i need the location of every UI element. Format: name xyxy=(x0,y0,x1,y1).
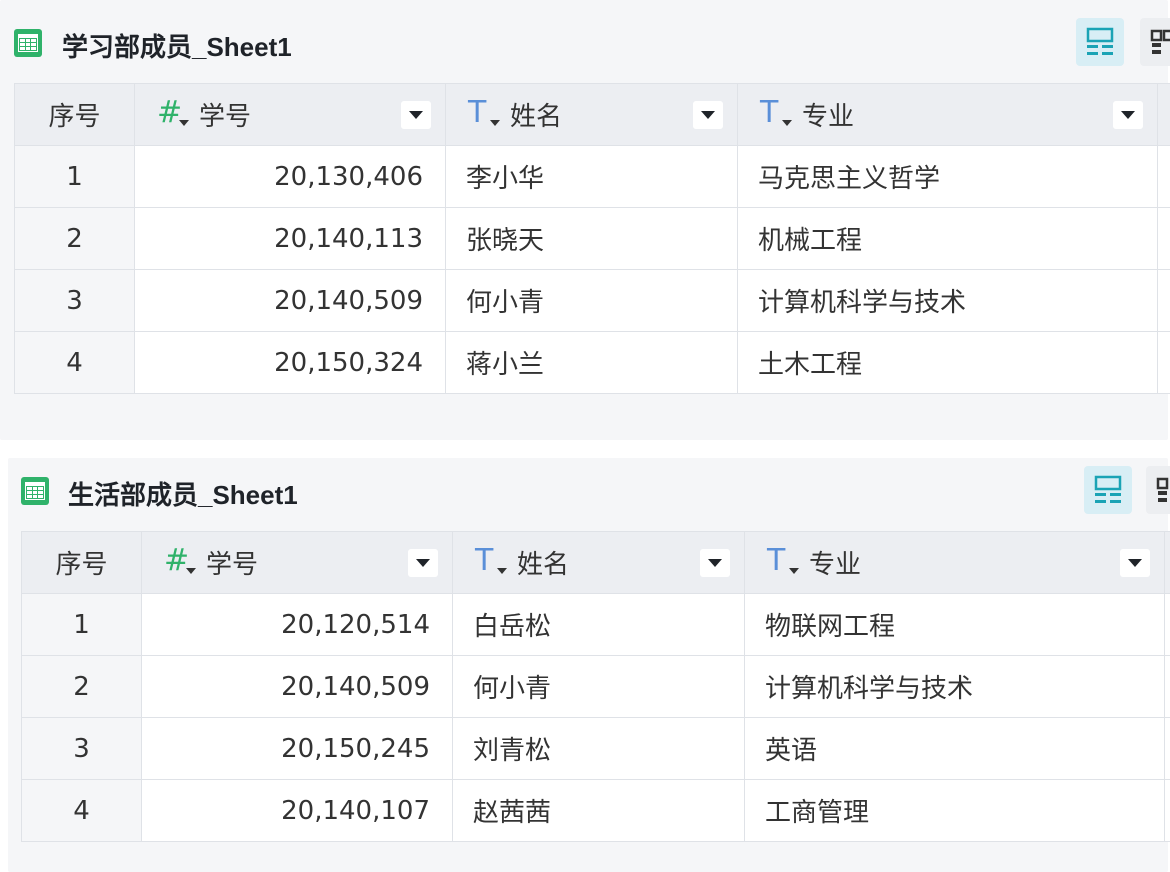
column-label: 姓名 xyxy=(517,550,570,580)
dropdown-caret-icon[interactable] xyxy=(1113,101,1143,129)
cell-extra[interactable] xyxy=(1157,145,1170,208)
sheet-panel-1: 学习部成员_Sheet1 序号 # 学号 T 姓名 T 专业 1 20,130,… xyxy=(0,0,1170,440)
text-type-icon: T xyxy=(767,546,809,577)
cell-extra[interactable] xyxy=(1164,717,1170,780)
data-table: 序号 # 学号 T 姓名 T 专业 1 20,120,514 白岳松 物联网工程 2 xyxy=(21,531,1170,842)
cell-extra[interactable] xyxy=(1157,331,1170,394)
cell-index[interactable]: 3 xyxy=(21,717,142,780)
dropdown-caret-icon[interactable] xyxy=(408,549,438,577)
grid-view-icon[interactable] xyxy=(1146,466,1170,514)
dropdown-caret-icon[interactable] xyxy=(401,101,431,129)
card-view-icon[interactable] xyxy=(1076,18,1124,66)
column-label: 学号 xyxy=(206,550,259,580)
cell-id[interactable]: 20,120,514 xyxy=(141,593,453,656)
table-row[interactable]: 3 20,140,509 何小青 计算机科学与技术 xyxy=(14,269,1170,332)
cell-name[interactable]: 何小青 xyxy=(452,655,745,718)
cell-id[interactable]: 20,140,113 xyxy=(134,207,446,270)
cell-index[interactable]: 1 xyxy=(21,593,142,656)
cell-extra[interactable] xyxy=(1164,593,1170,656)
cell-name[interactable]: 蒋小兰 xyxy=(445,331,738,394)
table-row[interactable]: 2 20,140,113 张晓天 机械工程 xyxy=(14,207,1170,270)
card-view-icon[interactable] xyxy=(1084,466,1132,514)
header-row: 序号 # 学号 T 姓名 T 专业 xyxy=(21,531,1170,594)
cell-major[interactable]: 计算机科学与技术 xyxy=(737,269,1158,332)
column-header-major[interactable]: T 专业 xyxy=(744,531,1165,594)
cell-index[interactable]: 4 xyxy=(21,779,142,842)
table-row[interactable]: 1 20,130,406 李小华 马克思主义哲学 xyxy=(14,145,1170,208)
cell-major[interactable]: 马克思主义哲学 xyxy=(737,145,1158,208)
number-type-icon: # xyxy=(157,98,199,129)
cell-extra[interactable] xyxy=(1157,269,1170,332)
table-row[interactable]: 2 20,140,509 何小青 计算机科学与技术 xyxy=(21,655,1170,718)
dropdown-caret-icon[interactable] xyxy=(700,549,730,577)
dropdown-caret-icon[interactable] xyxy=(693,101,723,129)
cell-extra[interactable] xyxy=(1164,655,1170,718)
cell-id[interactable]: 20,140,107 xyxy=(141,779,453,842)
cell-extra[interactable] xyxy=(1157,207,1170,270)
text-type-icon: T xyxy=(475,546,517,577)
sheet-title: 学习部成员_Sheet1 xyxy=(62,32,292,62)
sheet-table-icon xyxy=(14,29,42,57)
data-table: 序号 # 学号 T 姓名 T 专业 1 20,130,406 李小华 马克思主义哲学 … xyxy=(14,83,1170,394)
cell-id[interactable]: 20,140,509 xyxy=(141,655,453,718)
column-label: 专业 xyxy=(802,102,855,132)
cell-id[interactable]: 20,150,324 xyxy=(134,331,446,394)
cell-major[interactable]: 工商管理 xyxy=(744,779,1165,842)
grid-view-icon[interactable] xyxy=(1140,18,1170,66)
column-header-index: 序号 xyxy=(21,531,142,594)
column-header-major[interactable]: T 专业 xyxy=(737,83,1158,146)
cell-index[interactable]: 2 xyxy=(21,655,142,718)
cell-index[interactable]: 3 xyxy=(14,269,135,332)
column-header-index: 序号 xyxy=(14,83,135,146)
cell-name[interactable]: 李小华 xyxy=(445,145,738,208)
column-header-id[interactable]: # 学号 xyxy=(141,531,453,594)
cell-index[interactable]: 2 xyxy=(14,207,135,270)
sheet-table-icon xyxy=(21,477,49,505)
table-row[interactable]: 1 20,120,514 白岳松 物联网工程 xyxy=(21,593,1170,656)
text-type-icon: T xyxy=(760,98,802,129)
column-label: 学号 xyxy=(199,102,252,132)
sheet-panel-2: 生活部成员_Sheet1 序号 # 学号 T 姓名 T 专业 1 20,120,… xyxy=(0,458,1170,872)
column-header-name[interactable]: T 姓名 xyxy=(445,83,738,146)
cell-name[interactable]: 白岳松 xyxy=(452,593,745,656)
cell-extra[interactable] xyxy=(1164,779,1170,842)
cell-major[interactable]: 英语 xyxy=(744,717,1165,780)
column-header-extra xyxy=(1157,83,1170,146)
column-header-name[interactable]: T 姓名 xyxy=(452,531,745,594)
column-header-extra xyxy=(1164,531,1170,594)
number-type-icon: # xyxy=(164,546,206,577)
cell-id[interactable]: 20,140,509 xyxy=(134,269,446,332)
sheet-title: 生活部成员_Sheet1 xyxy=(68,480,298,510)
cell-index[interactable]: 4 xyxy=(14,331,135,394)
column-header-id[interactable]: # 学号 xyxy=(134,83,446,146)
cell-name[interactable]: 赵茜茜 xyxy=(452,779,745,842)
dropdown-caret-icon[interactable] xyxy=(1120,549,1150,577)
cell-major[interactable]: 计算机科学与技术 xyxy=(744,655,1165,718)
table-row[interactable]: 3 20,150,245 刘青松 英语 xyxy=(21,717,1170,780)
column-label: 专业 xyxy=(809,550,862,580)
text-type-icon: T xyxy=(468,98,510,129)
column-label: 姓名 xyxy=(510,102,563,132)
cell-name[interactable]: 刘青松 xyxy=(452,717,745,780)
cell-id[interactable]: 20,130,406 xyxy=(134,145,446,208)
table-row[interactable]: 4 20,140,107 赵茜茜 工商管理 xyxy=(21,779,1170,842)
cell-name[interactable]: 张晓天 xyxy=(445,207,738,270)
table-row[interactable]: 4 20,150,324 蒋小兰 土木工程 xyxy=(14,331,1170,394)
cell-id[interactable]: 20,150,245 xyxy=(141,717,453,780)
cell-index[interactable]: 1 xyxy=(14,145,135,208)
header-row: 序号 # 学号 T 姓名 T 专业 xyxy=(14,83,1170,146)
cell-major[interactable]: 物联网工程 xyxy=(744,593,1165,656)
cell-name[interactable]: 何小青 xyxy=(445,269,738,332)
cell-major[interactable]: 机械工程 xyxy=(737,207,1158,270)
cell-major[interactable]: 土木工程 xyxy=(737,331,1158,394)
